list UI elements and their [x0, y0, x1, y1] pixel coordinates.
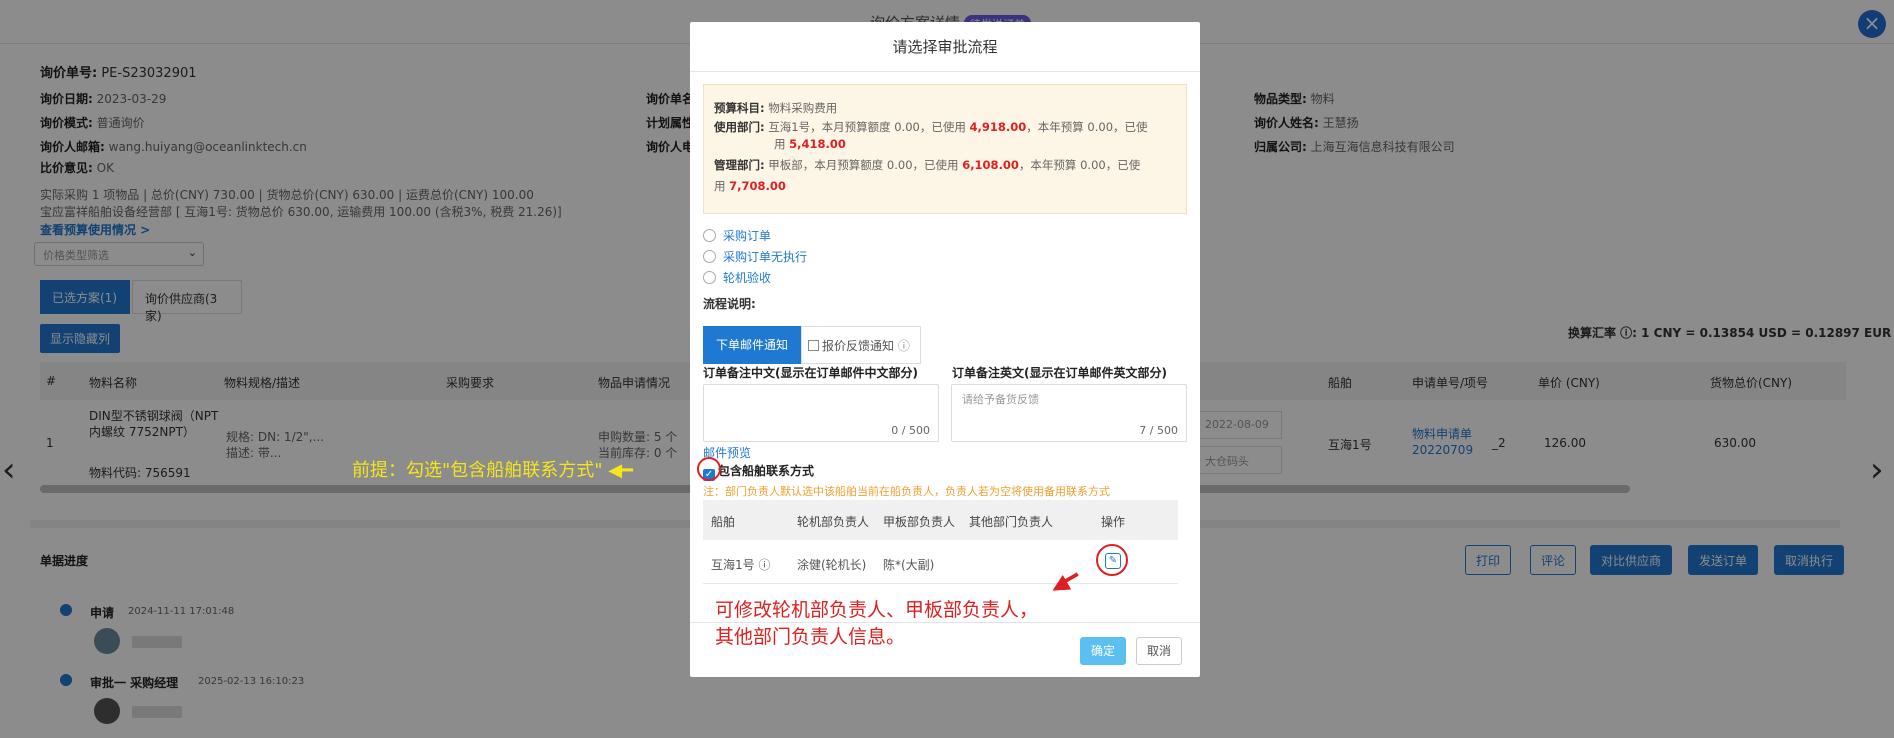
modal-title: 请选择审批流程	[690, 22, 1200, 72]
cancel-button[interactable]: 取消	[1136, 637, 1182, 665]
radio-icon[interactable]	[703, 229, 716, 242]
radio-icon[interactable]	[703, 250, 716, 263]
table-header: 船舶 轮机部负责人 甲板部负责人 其他部门负责人 操作	[703, 500, 1178, 540]
tab-order-mail[interactable]: 下单邮件通知	[703, 326, 801, 364]
row-deck-head: 陈*(大副)	[883, 558, 935, 572]
remark-en-input[interactable]: 请给予备货反馈 7 / 500	[951, 384, 1187, 442]
remark-en-count: 7 / 500	[1139, 424, 1178, 437]
radio-icon[interactable]	[703, 271, 716, 284]
highlight-circle	[1096, 544, 1128, 576]
flow-option-no-execution[interactable]: 采购订单无执行	[703, 248, 807, 265]
tab-feedback-notice[interactable]: 报价反馈通知 ⓘ	[801, 326, 921, 364]
remark-cn-input[interactable]: 0 / 500	[703, 384, 939, 442]
modal-footer: 确定 取消	[690, 622, 1200, 677]
contact-note: 注：部门负责人默认选中该船舶当前在船负责人，负责人若为空将使用备用联系方式	[703, 485, 1110, 498]
highlight-circle	[697, 457, 721, 481]
info-icon: ⓘ	[897, 339, 910, 353]
remark-en-label: 订单备注英文(显示在订单邮件英文部分)	[952, 366, 1167, 380]
row-ship: 互海1号 ⓘ	[711, 558, 771, 572]
flow-description-label: 流程说明:	[703, 297, 756, 311]
premise-annotation: 前提：勾选"包含船舶联系方式" ◀━	[352, 460, 633, 481]
table-row: 互海1号 ⓘ 涂健(轮机长) 陈*(大副) ✎	[703, 540, 1178, 584]
arrow-left-icon: ◀━	[608, 460, 633, 481]
remark-cn-count: 0 / 500	[891, 424, 930, 437]
budget-subject: 预算科目: 物料采购费用	[714, 101, 838, 115]
flow-option-purchase[interactable]: 采购订单	[703, 227, 771, 244]
checkbox-icon[interactable]	[808, 340, 819, 351]
remark-cn-label: 订单备注中文(显示在订单邮件中文部分)	[703, 366, 918, 380]
ship-contact-table: 船舶 轮机部负责人 甲板部负责人 其他部门负责人 操作 互海1号 ⓘ 涂健(轮机…	[703, 500, 1178, 584]
mgmt-dept: 管理部门: 甲板部，本月预算额度 0.00，已使用 6,108.00，本年预算 …	[714, 158, 1141, 193]
info-icon: ⓘ	[758, 558, 771, 572]
row-engine-head: 涂健(轮机长)	[797, 558, 867, 572]
budget-info-box: 预算科目: 物料采购费用 使用部门: 互海1号，本月预算额度 0.00，已使用 …	[703, 84, 1187, 214]
use-dept: 使用部门: 互海1号，本月预算额度 0.00，已使用 4,918.00，本年预算…	[714, 120, 1148, 151]
approval-flow-modal: 请选择审批流程 预算科目: 物料采购费用 使用部门: 互海1号，本月预算额度 0…	[690, 22, 1200, 677]
flow-option-acceptance[interactable]: 轮机验收	[703, 269, 771, 286]
confirm-button[interactable]: 确定	[1080, 637, 1126, 665]
